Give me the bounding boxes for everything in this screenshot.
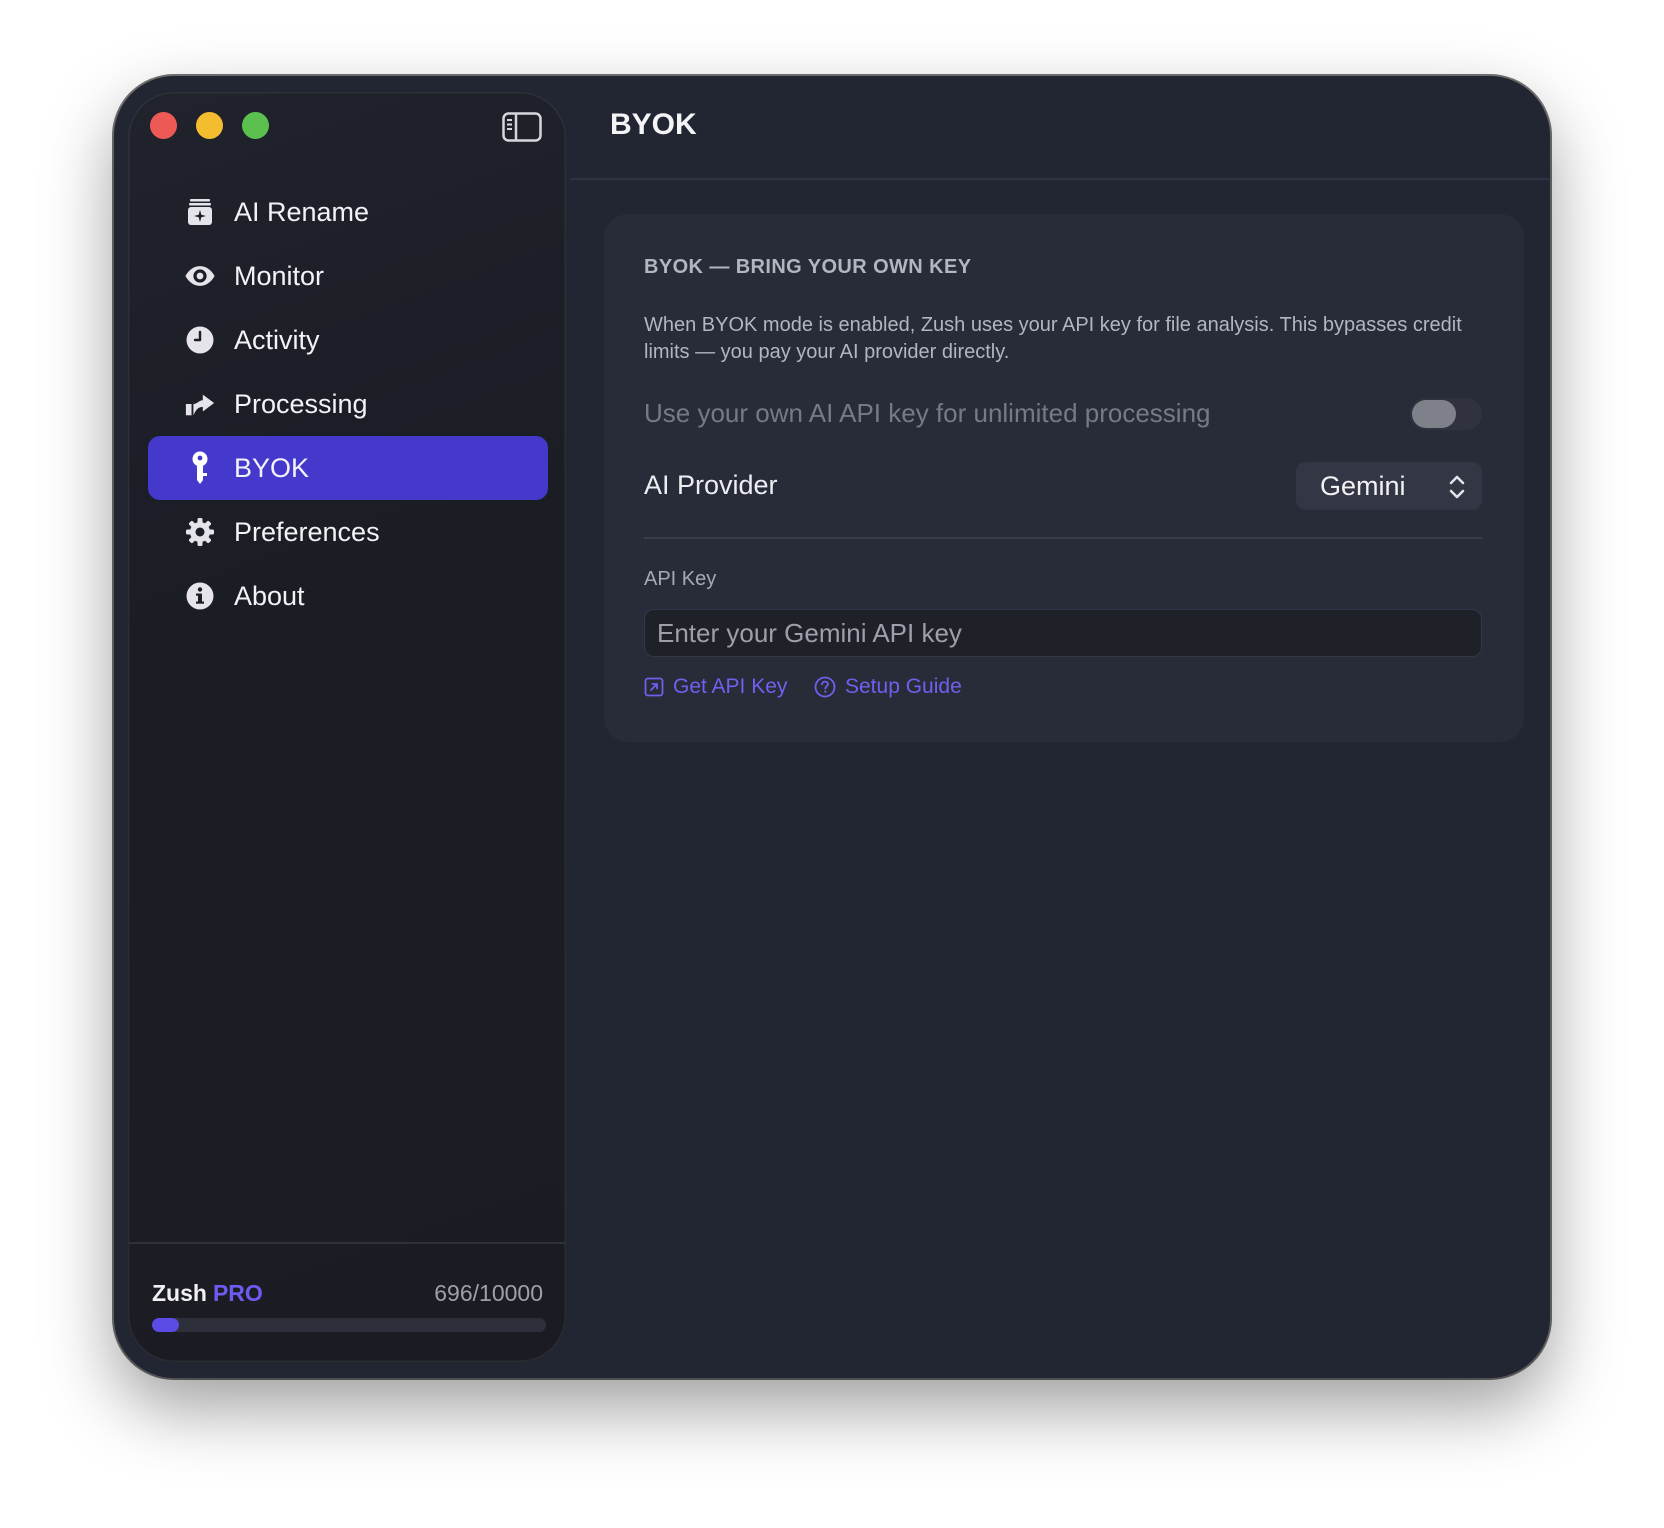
sidebar-toggle-icon[interactable] <box>502 112 542 142</box>
sidebar-item-label: AI Rename <box>234 197 370 227</box>
sidebar-item-processing[interactable]: Processing <box>148 372 548 436</box>
setup-guide-label: Setup Guide <box>845 675 962 698</box>
sidebar-item-ai-rename[interactable]: AI Rename <box>148 180 548 244</box>
provider-select-value: Gemini <box>1320 471 1406 501</box>
sidebar-item-label: About <box>234 581 305 611</box>
share-arrow-icon <box>184 388 216 420</box>
byok-toggle-label: Use your own AI API key for unlimited pr… <box>644 398 1211 428</box>
gear-icon <box>184 516 216 548</box>
row-divider <box>644 537 1482 539</box>
info-icon <box>184 580 216 612</box>
byok-toggle[interactable] <box>1410 398 1482 430</box>
api-key-label: API Key <box>644 568 717 590</box>
sidebar-item-activity[interactable]: Activity <box>148 308 548 372</box>
sidebar-item-label: BYOK <box>234 453 310 483</box>
sidebar-item-preferences[interactable]: Preferences <box>148 500 548 564</box>
sidebar-item-monitor[interactable]: Monitor <box>148 244 548 308</box>
sidebar-divider <box>128 1242 566 1244</box>
app-name: Zush <box>152 1280 207 1306</box>
clock-icon <box>184 324 216 356</box>
get-api-key-label: Get API Key <box>673 675 788 698</box>
plan-tier: PRO <box>212 1280 263 1306</box>
question-circle-icon <box>814 676 836 698</box>
chevron-up-down-icon <box>1448 474 1466 500</box>
get-api-key-link[interactable]: Get API Key <box>644 674 787 700</box>
close-window-button[interactable] <box>150 112 177 139</box>
key-icon <box>184 451 216 484</box>
minimize-window-button[interactable] <box>196 112 223 139</box>
toggle-knob <box>1412 400 1456 428</box>
sidebar-item-label: Activity <box>234 325 320 355</box>
provider-select[interactable]: Gemini <box>1296 462 1482 510</box>
sidebar-item-byok[interactable]: BYOK <box>148 436 548 500</box>
api-key-input[interactable] <box>644 609 1482 657</box>
plan-badge: Zush PRO <box>152 1280 263 1307</box>
sidebar-item-label: Monitor <box>234 261 325 291</box>
zoom-window-button[interactable] <box>242 112 269 139</box>
sidebar-item-about[interactable]: About <box>148 564 548 628</box>
card-heading: BYOK — BRING YOUR OWN KEY <box>644 256 972 278</box>
usage-count: 696/10000 <box>434 1280 543 1306</box>
sparkle-tray-icon <box>184 196 216 228</box>
card-description: When BYOK mode is enabled, Zush uses you… <box>644 314 1462 363</box>
eye-icon <box>184 260 216 292</box>
setup-guide-link[interactable]: Setup Guide <box>814 674 962 700</box>
usage-progress-bar <box>152 1318 546 1332</box>
usage-progress-fill <box>152 1318 180 1332</box>
sidebar-item-label: Preferences <box>234 517 380 547</box>
header-divider <box>570 178 1550 180</box>
page-title: BYOK <box>610 108 697 141</box>
provider-label: AI Provider <box>644 470 778 500</box>
external-link-icon <box>644 677 664 697</box>
sidebar-item-label: Processing <box>234 389 368 419</box>
